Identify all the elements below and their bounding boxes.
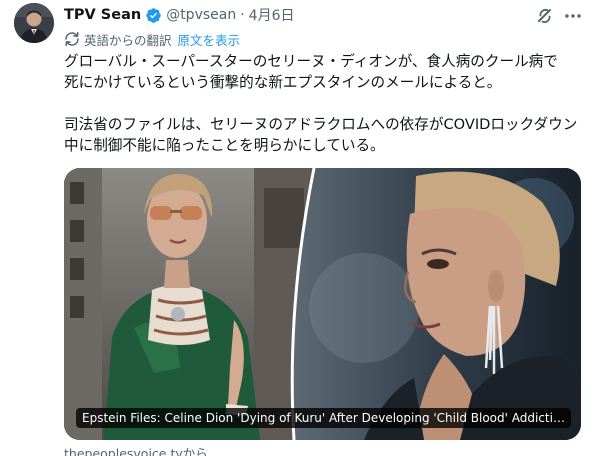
translate-icon: [64, 31, 80, 47]
translated-label: 英語からの翻訳: [84, 32, 172, 48]
tweet-header: TPV Sean @tpvsean · 4月6日: [64, 5, 295, 25]
timestamp[interactable]: 4月6日: [249, 5, 295, 25]
separator-dot: ·: [240, 7, 245, 23]
handle[interactable]: @tpvsean: [166, 7, 236, 23]
show-original-link[interactable]: 原文を表示: [178, 30, 241, 49]
tweet-paragraph: 司法省のファイルは、セリーヌのアドラクロムへの依存がCOVIDロックダウン 中に…: [64, 116, 578, 154]
translation-notice: 英語からの翻訳 原文を表示: [64, 30, 240, 48]
link-source[interactable]: thepeoplesvoice.tvから: [64, 443, 208, 456]
tweet-paragraph: グローバル・スーパースターのセリーヌ・ディオンが、食人病のクール病で 死にかけて…: [64, 53, 558, 91]
link-card-caption[interactable]: Epstein Files: Celine Dion 'Dying of Kur…: [76, 408, 571, 428]
avatar[interactable]: [14, 3, 54, 43]
display-name[interactable]: TPV Sean: [64, 7, 141, 23]
tweet: TPV Sean @tpvsean · 4月6日 英語からの翻訳 原文を表示 グ…: [0, 0, 607, 456]
verified-badge-icon: [145, 7, 162, 24]
tweet-text: グローバル・スーパースターのセリーヌ・ディオンが、食人病のクール病で 死にかけて…: [64, 51, 589, 156]
more-options-icon[interactable]: [563, 6, 583, 26]
link-card-image[interactable]: Epstein Files: Celine Dion 'Dying of Kur…: [64, 168, 581, 440]
grok-icon[interactable]: [535, 6, 555, 26]
